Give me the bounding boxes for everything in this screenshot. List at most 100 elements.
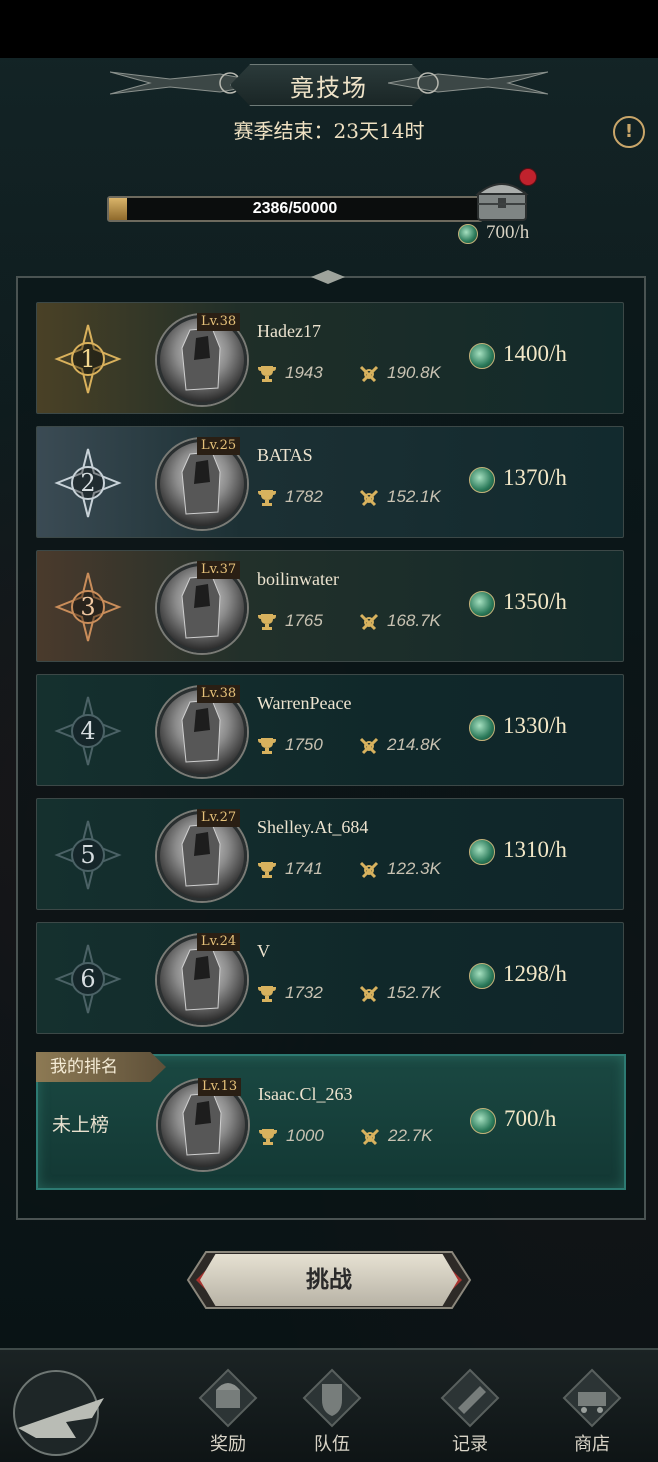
income-rate: 1400/h (469, 341, 567, 369)
trophy-icon (258, 861, 276, 878)
coin-icon (469, 714, 495, 741)
nav-label: 商店 (574, 1434, 610, 1455)
scroll-record-icon (440, 1368, 500, 1428)
coin-icon (469, 590, 495, 617)
coin-icon (469, 466, 495, 493)
rank-badge: 2 (47, 447, 129, 519)
nav-team[interactable]: 队伍 (282, 1358, 382, 1458)
coin-icon (469, 838, 495, 865)
coin-icon (469, 342, 495, 369)
player-name: V (257, 941, 270, 961)
notification-dot (519, 168, 537, 186)
chest-rate-text: 700/h (486, 222, 530, 243)
trophy-icon (258, 613, 276, 630)
leaderboard-row[interactable]: 3 Lv.37 boilinwater 1765 168.7K 1350/h (36, 550, 624, 662)
leaderboard-row[interactable]: 6 Lv.24 V 1732 152.7K 1298/h (36, 922, 624, 1034)
crossed-swords-icon (359, 489, 379, 506)
coin-icon (470, 1107, 496, 1134)
trophy-stat: 1750 (257, 735, 323, 755)
nav-reward[interactable]: 奖励 (178, 1358, 278, 1458)
leaderboard-row[interactable]: 5 Lv.27 Shelley.At_684 1741 122.3K 1310/… (36, 798, 624, 910)
nav-shop[interactable]: 商店 (542, 1358, 642, 1458)
rank-badge: 1 (47, 323, 129, 395)
trophy-value: 1782 (285, 487, 323, 506)
rank-number: 6 (80, 965, 96, 993)
power-value: 214.8K (387, 735, 441, 754)
income-rate: 1370/h (469, 465, 567, 493)
home-crest-icon[interactable] (6, 1368, 116, 1458)
leaderboard-row[interactable]: 2 Lv.25 BATAS 1782 152.1K 1370/h (36, 426, 624, 538)
bottom-nav: 奖励 队伍 记录 商店 (0, 1348, 658, 1462)
trophy-stat: 1782 (257, 487, 323, 507)
leaderboard-row[interactable]: 4 Lv.38 WarrenPeace 1750 214.8K 1330/h (36, 674, 624, 786)
rank-badge: 3 (47, 571, 129, 643)
trophy-stat: 1943 (257, 363, 323, 383)
trophy-icon (259, 1128, 277, 1145)
player-name: Hadez17 (257, 321, 321, 341)
trophy-value: 1732 (285, 983, 323, 1002)
player-name: Isaac.Cl_263 (258, 1084, 353, 1104)
player-name: WarrenPeace (257, 693, 352, 713)
challenge-label: 挑战 (306, 1266, 352, 1293)
level-badge: Lv.27 (197, 809, 241, 827)
power-stat: 22.7K (360, 1126, 432, 1146)
reward-icon (198, 1368, 258, 1428)
reward-progress-bar: 2386/50000 (107, 196, 483, 222)
income-rate: 1298/h (469, 961, 567, 989)
trophy-stat: 1765 (257, 611, 323, 631)
level-badge: Lv.24 (197, 933, 241, 951)
rank-number: 2 (80, 469, 96, 497)
power-value: 168.7K (387, 611, 441, 630)
nav-label: 记录 (452, 1434, 488, 1455)
power-stat: 152.7K (359, 983, 441, 1003)
income-value: 1298/h (503, 961, 567, 986)
power-value: 152.7K (387, 983, 441, 1002)
my-rank-tag: 我的排名 (36, 1052, 166, 1082)
panel-ornament-icon (311, 270, 345, 284)
trophy-icon (258, 985, 276, 1002)
trophy-value: 1750 (285, 735, 323, 754)
power-stat: 152.1K (359, 487, 441, 507)
challenge-button[interactable]: 挑战 (186, 1250, 472, 1310)
coin-icon (469, 962, 495, 989)
trophy-value: 1943 (285, 363, 323, 382)
rank-badge: 6 (47, 943, 129, 1015)
level-badge: Lv.37 (197, 561, 241, 579)
crossed-swords-icon (359, 861, 379, 878)
income-value: 1350/h (503, 589, 567, 614)
crossed-swords-icon (359, 365, 379, 382)
power-stat: 168.7K (359, 611, 441, 631)
info-icon[interactable]: ! (613, 116, 645, 148)
coin-icon (458, 223, 478, 244)
income-value: 1370/h (503, 465, 567, 490)
arena-screen: 竟技场 赛季结束：23天14时 ! 2386/50000 700/h 1 Lv.… (0, 0, 658, 1462)
leaderboard-row[interactable]: 1 Lv.38 Hadez17 1943 190.8K 1400/h (36, 302, 624, 414)
title-bar: 竟技场 (110, 58, 548, 108)
nav-record[interactable]: 记录 (420, 1358, 520, 1458)
crossed-swords-icon (359, 737, 379, 754)
player-name: boilinwater (257, 569, 339, 589)
trophy-stat: 1000 (258, 1126, 324, 1146)
treasure-chest-icon[interactable] (474, 178, 530, 222)
player-name: Shelley.At_684 (257, 817, 369, 837)
level-badge: Lv.13 (198, 1078, 242, 1096)
trophy-value: 1765 (285, 611, 323, 630)
power-value: 152.1K (387, 487, 441, 506)
income-rate: 1350/h (469, 589, 567, 617)
level-badge: Lv.25 (197, 437, 241, 455)
trophy-stat: 1732 (257, 983, 323, 1003)
crossed-swords-icon (360, 1128, 380, 1145)
power-value: 190.8K (387, 363, 441, 382)
power-value: 122.3K (387, 859, 441, 878)
crossed-swords-icon (359, 613, 379, 630)
trophy-icon (258, 365, 276, 382)
crossed-swords-icon (359, 985, 379, 1002)
nav-label: 队伍 (314, 1434, 350, 1455)
chest-rate: 700/h (458, 222, 529, 244)
rank-badge: 5 (47, 819, 129, 891)
income-rate: 1330/h (469, 713, 567, 741)
page-title: 竟技场 (290, 74, 368, 102)
player-name: BATAS (257, 445, 313, 465)
trophy-stat: 1741 (257, 859, 323, 879)
income-value: 1400/h (503, 341, 567, 366)
